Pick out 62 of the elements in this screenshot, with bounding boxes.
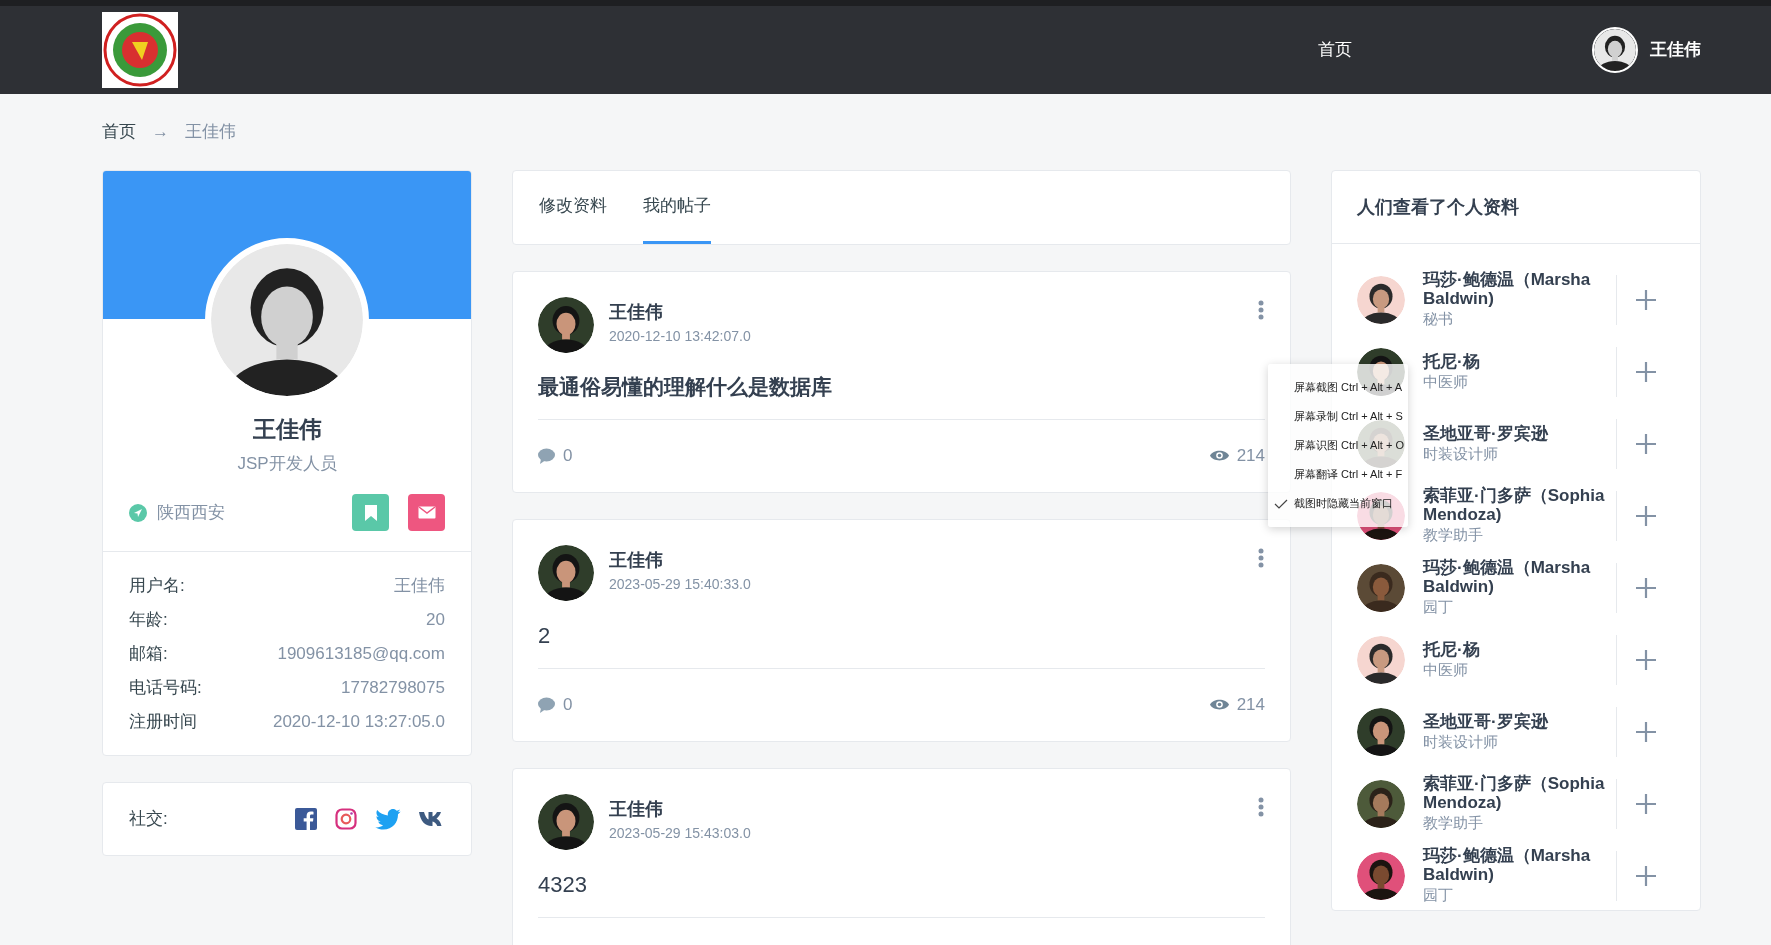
person-name[interactable]: 托尼·杨 [1423,639,1617,659]
menu-item[interactable]: 屏幕翻译 Ctrl + Alt + F [1268,460,1405,489]
profile-name: 王佳伟 [252,415,322,444]
person-name[interactable]: 索菲亚·门多萨（Sophia Mendoza) [1423,486,1617,524]
detail-label: 用户名: [129,575,185,597]
nav-link[interactable]: 首页 [1318,37,1352,63]
post-date: 2023-05-29 15:43:03.0 [609,823,751,843]
person-role: 中医师 [1423,371,1469,392]
detail-value: 2020-12-10 13:27:05.0 [272,711,445,733]
person-name[interactable]: 托尼·杨 [1423,351,1617,371]
menu-item[interactable]: 屏幕识图 Ctrl + Alt + O [1268,431,1405,460]
detail-label: 年龄: [129,609,168,631]
person-role: 时装设计师 [1423,443,1499,464]
social-label: 社交: [129,808,168,831]
person-role: 秘书 [1423,309,1454,329]
person-role: 园丁 [1423,597,1454,617]
person-name[interactable]: 玛莎·鲍德温（Marsha Baldwin) [1423,558,1617,596]
person-name[interactable]: 圣地亚哥·罗宾逊 [1423,711,1617,731]
menu-item[interactable]: 屏幕截图 Ctrl + Alt + A [1268,373,1405,402]
detail-value: 1909613185@qq.com [277,643,445,665]
post-author[interactable]: 王佳伟 [609,546,751,574]
detail-value: 17782798075 [341,677,445,699]
post-date: 2020-12-10 13:42:07.0 [609,327,751,346]
post-date: 2023-05-29 15:40:33.0 [609,574,751,594]
detail-value: 王佳伟 [394,575,445,597]
breadcrumb-separator: → [152,121,169,144]
person-role: 园丁 [1423,885,1454,905]
menu-item-label: 截图时隐藏当前窗口 [1294,496,1393,512]
person-name[interactable]: 圣地亚哥·罗宾逊 [1423,423,1617,443]
post-author[interactable]: 王佳伟 [609,795,751,823]
person-role: 中医师 [1423,659,1469,680]
detail-value: 20 [426,609,445,631]
person-name[interactable]: 玛莎·鲍德温（Marsha Baldwin) [1423,846,1617,884]
person-name[interactable]: 玛莎·鲍德温（Marsha Baldwin) [1423,270,1617,308]
menu-item-label: 屏幕识图 Ctrl + Alt + O [1294,438,1405,454]
menu-item[interactable]: 屏幕录制 Ctrl + Alt + S [1268,402,1405,431]
menu-item-label: 屏幕翻译 Ctrl + Alt + F [1294,467,1403,483]
breadcrumb-item[interactable]: 首页 [102,119,136,145]
person-role: 教学助手 [1423,525,1484,545]
post-title[interactable]: 4323 [538,867,1265,901]
menu-item[interactable]: 截图时隐藏当前窗口 [1268,489,1405,518]
post-title[interactable]: 2 [538,618,1265,652]
view-count: 214 [1236,693,1265,716]
location-text: 陕西西安 [157,501,225,524]
profile-title: JSP开发人员 [237,452,337,475]
post-title[interactable]: 最通俗易懂的理解什么是数据库 [538,371,1265,403]
detail-label: 邮箱: [129,643,168,665]
menu-item-label: 屏幕截图 Ctrl + Alt + A [1294,380,1403,396]
menu-item-label: 屏幕录制 Ctrl + Alt + S [1294,409,1403,425]
person-role: 教学助手 [1423,813,1484,833]
post-author[interactable]: 王佳伟 [609,299,751,326]
comment-count: 0 [563,444,573,467]
detail-label: 电话号码: [129,677,202,699]
person-name[interactable]: 索菲亚·门多萨（Sophia Mendoza) [1423,774,1617,812]
tab[interactable]: 修改资料 [539,171,607,244]
comment-count: 0 [563,693,573,716]
tab[interactable]: 我的帖子 [643,171,711,244]
person-role: 时装设计师 [1423,731,1499,752]
panel-title: 人们查看了个人资料 [1357,195,1519,219]
user-name[interactable]: 王佳伟 [1650,37,1701,63]
view-count: 214 [1236,444,1265,467]
detail-label: 注册时间 [129,711,197,733]
